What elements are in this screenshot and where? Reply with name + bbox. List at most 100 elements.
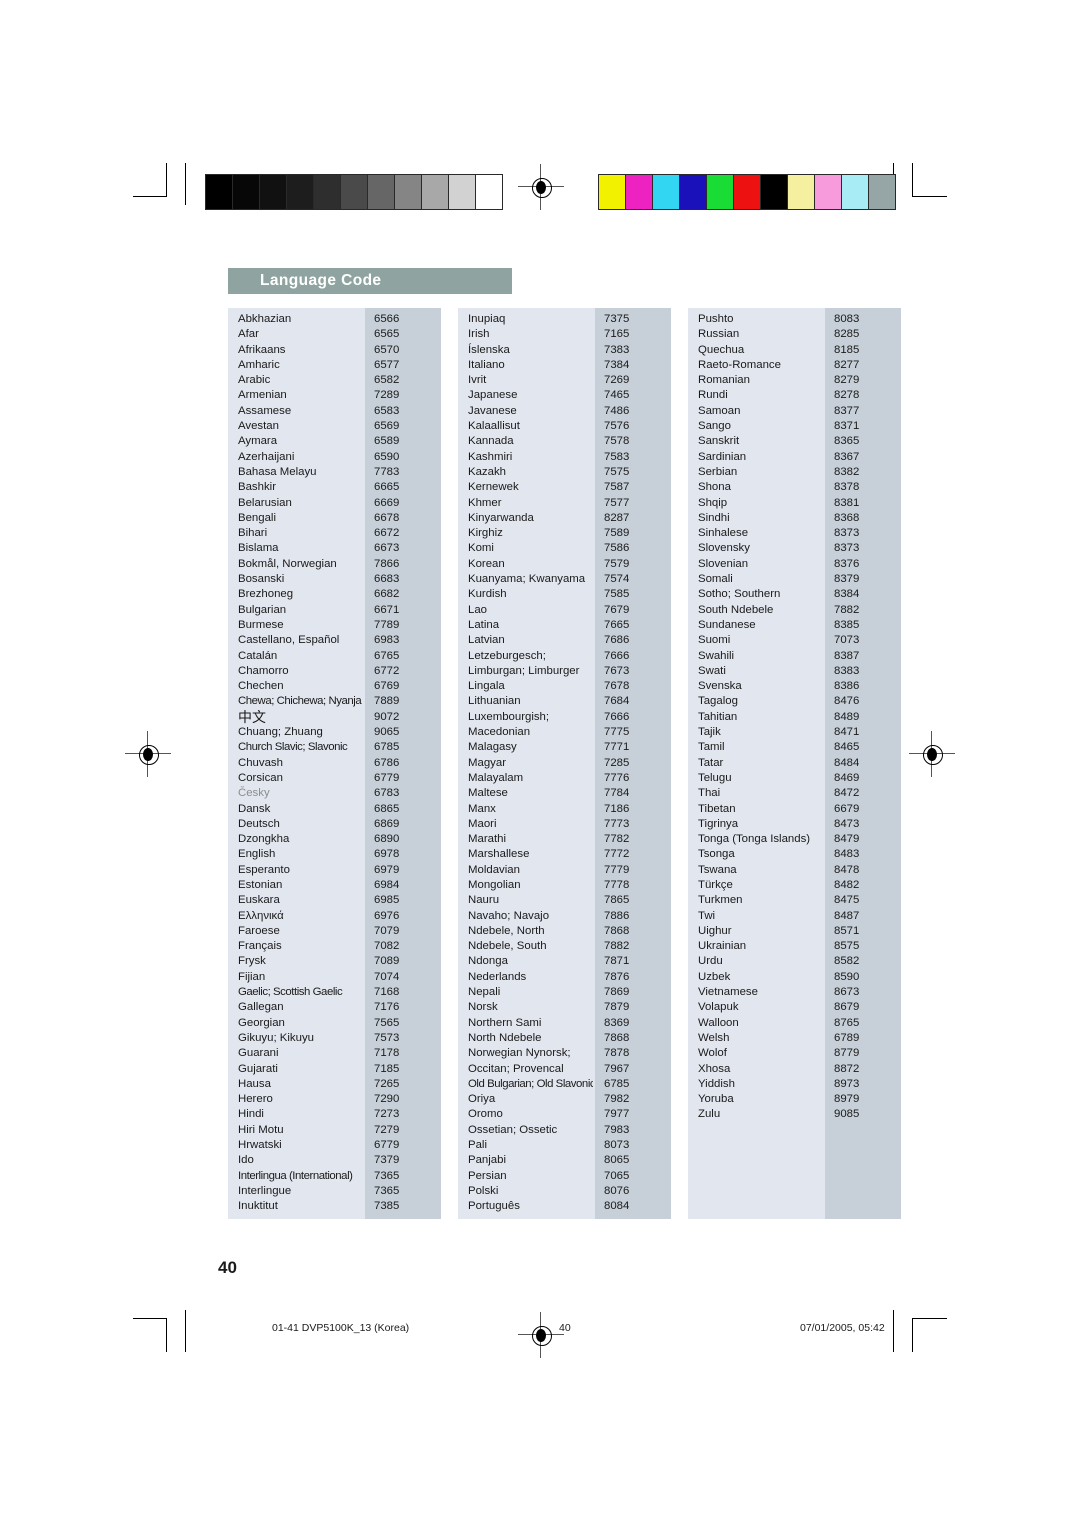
language-name: Interlingue bbox=[238, 1184, 292, 1197]
language-name: Dzongkha bbox=[238, 833, 290, 846]
language-name: Manx bbox=[468, 802, 496, 815]
language-name: Kinyarwanda bbox=[468, 511, 534, 524]
language-name: Bihari bbox=[238, 527, 268, 540]
language-code: 7165 bbox=[604, 328, 630, 341]
language-code: 6978 bbox=[374, 848, 400, 861]
language-name: Letzeburgesch; bbox=[468, 649, 546, 662]
language-code: 7186 bbox=[604, 802, 630, 815]
language-name: Chuang; Zhuang bbox=[238, 726, 323, 739]
language-code: 7065 bbox=[604, 1169, 630, 1182]
language-code: 7565 bbox=[374, 1016, 400, 1029]
language-name: Bahasa Melayu bbox=[238, 465, 317, 478]
language-name: Kirghiz bbox=[468, 527, 503, 540]
language-code: 8279 bbox=[834, 374, 860, 387]
language-code: 6869 bbox=[374, 817, 400, 830]
language-name: Bislama bbox=[238, 542, 279, 555]
language-code: 7882 bbox=[834, 603, 860, 616]
language-code: 8482 bbox=[834, 878, 860, 891]
language-code: 7379 bbox=[374, 1154, 400, 1167]
language-code: 8278 bbox=[834, 389, 860, 402]
language-code: 8973 bbox=[834, 1077, 860, 1090]
crop-mark-tl-h bbox=[133, 196, 167, 198]
language-code: 6570 bbox=[374, 343, 400, 356]
language-code: 8489 bbox=[834, 710, 860, 723]
language-code: 7871 bbox=[604, 955, 630, 968]
language-code: 7771 bbox=[604, 741, 630, 754]
language-code: 7982 bbox=[604, 1093, 630, 1106]
language-code: 7365 bbox=[374, 1184, 400, 1197]
language-name: Assamese bbox=[238, 404, 292, 417]
language-name: Inupiaq bbox=[468, 313, 506, 325]
language-code: 7365 bbox=[374, 1169, 400, 1182]
language-code: 8979 bbox=[834, 1093, 860, 1106]
language-name: Northern Sami bbox=[468, 1016, 542, 1029]
column-1-names: Abkhazian Afar Afrikaans Amharic Arabic Armen… bbox=[228, 308, 365, 1219]
crop-mark-bl-h bbox=[133, 1318, 167, 1320]
language-code: 7578 bbox=[604, 435, 630, 448]
language-name: Komi bbox=[468, 542, 494, 555]
language-code: 8590 bbox=[834, 970, 860, 983]
language-code: 6669 bbox=[374, 496, 400, 509]
language-name: Česky bbox=[238, 787, 270, 800]
crop-mark-tr-h bbox=[913, 196, 947, 198]
language-name: Javanese bbox=[468, 404, 517, 417]
language-code: 7074 bbox=[374, 970, 400, 983]
language-code: 8285 bbox=[834, 328, 860, 341]
language-code: 7782 bbox=[604, 833, 630, 846]
language-code: 8379 bbox=[834, 573, 860, 586]
language-code: 7178 bbox=[374, 1047, 400, 1060]
language-name: Nauru bbox=[468, 894, 500, 907]
footer-page-number: 40 bbox=[559, 1322, 571, 1334]
language-code: 6590 bbox=[374, 450, 400, 463]
language-code: 7383 bbox=[604, 343, 630, 356]
language-code: 6979 bbox=[374, 863, 400, 876]
language-code: 7579 bbox=[604, 557, 630, 570]
language-name: Nepali bbox=[468, 986, 501, 999]
language-code: 6984 bbox=[374, 878, 400, 891]
language-name: Chechen bbox=[238, 680, 284, 693]
language-code: 8382 bbox=[834, 465, 860, 478]
language-code: 7666 bbox=[604, 649, 630, 662]
language-code: 7082 bbox=[374, 940, 400, 953]
language-name: Ido bbox=[238, 1154, 254, 1167]
language-name: North Ndebele bbox=[468, 1031, 542, 1044]
registration-mark-left bbox=[125, 731, 171, 777]
footer-filename: 01-41 DVP5100K_13 (Korea) bbox=[272, 1322, 410, 1334]
language-name: Twi bbox=[698, 909, 716, 922]
language-name: Romanian bbox=[698, 374, 750, 387]
language-code: 8381 bbox=[834, 496, 860, 509]
language-code: 6665 bbox=[374, 481, 400, 494]
language-code: 9085 bbox=[834, 1108, 860, 1121]
crop-mark-br-h bbox=[913, 1318, 947, 1320]
language-code: 8465 bbox=[834, 741, 860, 754]
column-3-codes: 8083 8285 8185 8277 8279 8278 8377 8371 8365 8367… bbox=[825, 308, 901, 1219]
crop-mark-tl-v2 bbox=[185, 163, 187, 205]
language-name: Moldavian bbox=[468, 863, 520, 876]
language-name: Interlingua (International) bbox=[238, 1169, 353, 1182]
language-name: Telugu bbox=[698, 771, 732, 784]
language-code: 7868 bbox=[604, 924, 630, 937]
language-name: Tamil bbox=[698, 741, 725, 754]
language-name: Welsh bbox=[698, 1031, 730, 1044]
language-code: 8779 bbox=[834, 1047, 860, 1060]
language-code: 8365 bbox=[834, 435, 860, 448]
column-2-names: Inupiaq Irish Íslenska Italiano Ivrit Japanes… bbox=[458, 308, 595, 1219]
language-name: Azerhaijani bbox=[238, 450, 295, 463]
language-code: 8377 bbox=[834, 404, 860, 417]
language-name: Afar bbox=[238, 328, 259, 341]
language-code: 8487 bbox=[834, 909, 860, 922]
language-name: Bulgarian bbox=[238, 603, 287, 616]
language-name: Thai bbox=[698, 787, 721, 800]
language-code: 7869 bbox=[604, 986, 630, 999]
language-name: Castellano, Español bbox=[238, 634, 340, 647]
language-code: 6976 bbox=[374, 909, 400, 922]
language-code: 7079 bbox=[374, 924, 400, 937]
language-name: Italiano bbox=[468, 358, 505, 371]
language-name: Somali bbox=[698, 573, 733, 586]
language-code: 8386 bbox=[834, 680, 860, 693]
language-name: Irish bbox=[468, 328, 490, 341]
language-code: 7290 bbox=[374, 1093, 400, 1106]
language-code: 6789 bbox=[834, 1031, 860, 1044]
language-name: Tsonga bbox=[698, 848, 735, 861]
language-code: 6679 bbox=[834, 802, 860, 815]
